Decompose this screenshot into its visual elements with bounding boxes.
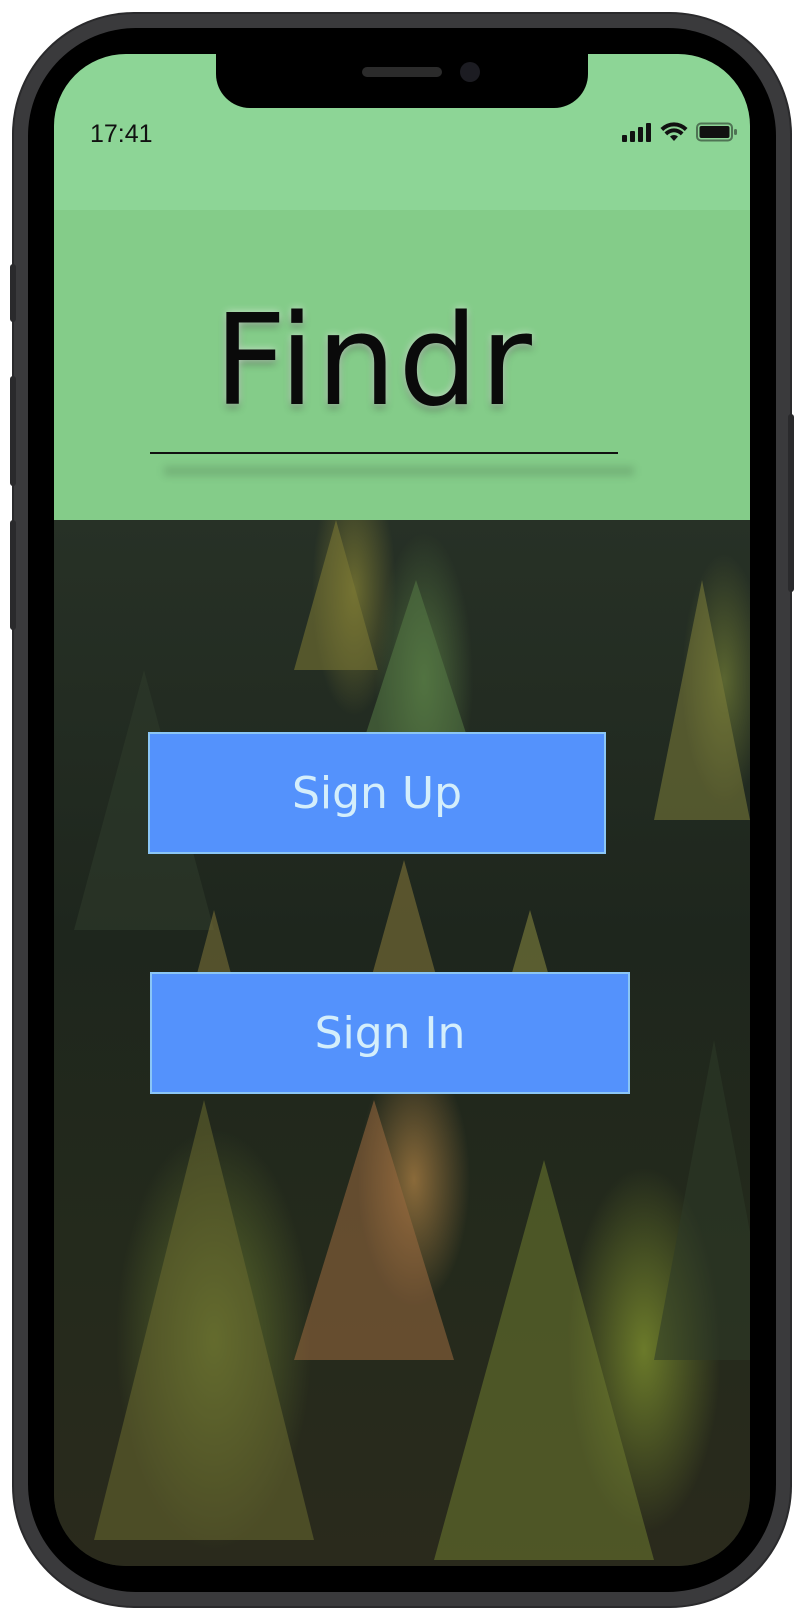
tree-shape bbox=[294, 1100, 454, 1360]
app-header: Findr bbox=[54, 210, 750, 520]
status-icons bbox=[622, 122, 738, 142]
title-underline-shadow bbox=[164, 466, 634, 476]
battery-icon bbox=[696, 122, 737, 142]
status-bar: 17:41 bbox=[54, 54, 750, 210]
tree-shape bbox=[434, 1160, 654, 1560]
sign-up-button[interactable]: Sign Up bbox=[148, 732, 606, 854]
tree-shape bbox=[294, 520, 378, 670]
volume-up-button bbox=[10, 376, 16, 486]
app-title: Findr bbox=[214, 287, 534, 434]
notch bbox=[216, 54, 588, 108]
tree-shape bbox=[654, 1040, 750, 1360]
sign-in-button-label: Sign In bbox=[314, 1007, 466, 1059]
tree-shape bbox=[94, 1100, 314, 1540]
volume-down-button bbox=[10, 520, 16, 630]
wifi-icon bbox=[660, 122, 688, 141]
silent-switch bbox=[10, 264, 16, 322]
power-button bbox=[788, 414, 794, 592]
phone-screen: 17:41 Findr Sign Up Sign In bbox=[54, 54, 750, 1566]
status-time: 17:41 bbox=[90, 120, 153, 148]
title-underline bbox=[150, 452, 618, 454]
sign-up-button-label: Sign Up bbox=[291, 767, 463, 819]
cellular-signal-icon bbox=[622, 123, 651, 142]
tree-shape bbox=[654, 580, 750, 820]
sign-in-button[interactable]: Sign In bbox=[150, 972, 630, 1094]
